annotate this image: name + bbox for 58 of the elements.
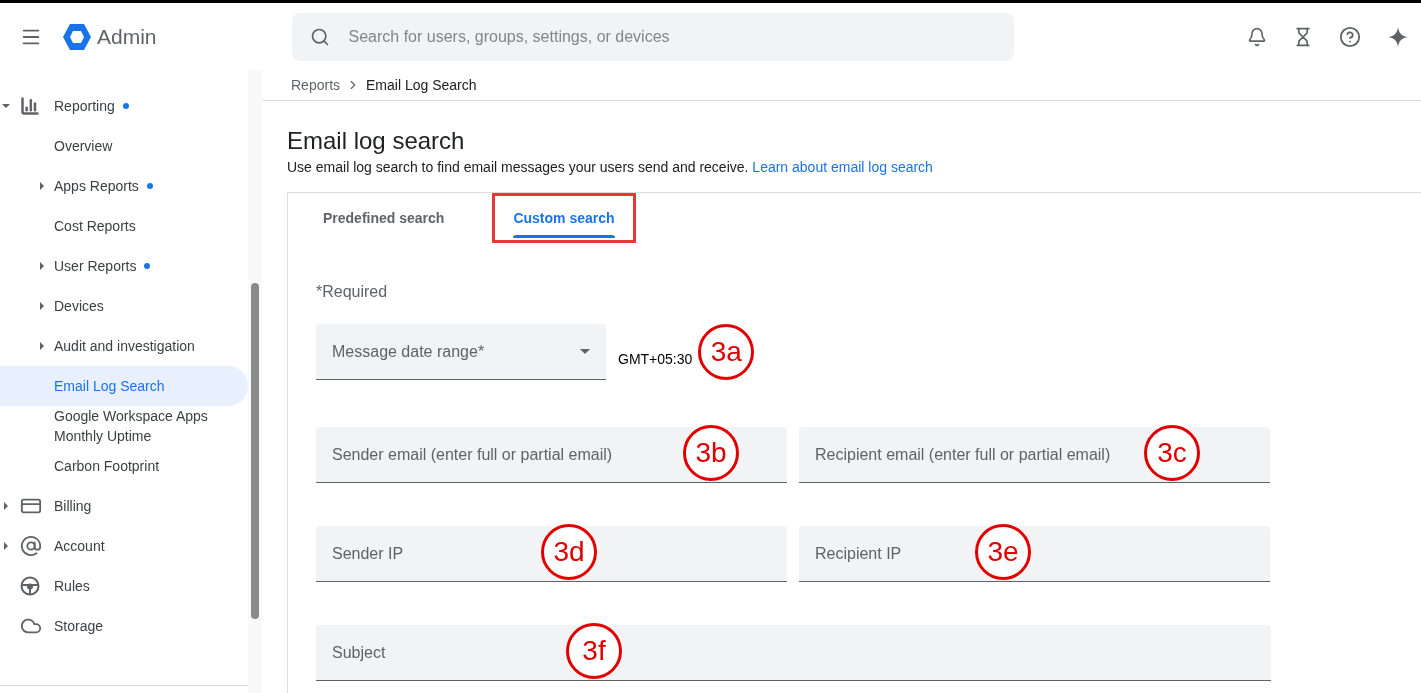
caret-icon[interactable] <box>2 102 10 110</box>
app-name: Admin <box>97 23 157 50</box>
sidebar-label: Cost Reports <box>54 217 136 236</box>
notifications-icon[interactable] <box>1247 26 1267 47</box>
sidebar-item[interactable]: Rules <box>0 566 248 606</box>
caret-icon[interactable] <box>38 262 46 270</box>
sidebar-label: Email Log Search <box>54 377 165 396</box>
sidebar-label: Account <box>54 537 105 556</box>
caret-icon[interactable] <box>38 302 46 310</box>
steering-wheel-icon <box>20 576 40 596</box>
sidebar-label: Storage <box>54 617 104 636</box>
date-range-select[interactable]: Message date range* <box>316 324 606 380</box>
help-icon[interactable] <box>1339 25 1361 48</box>
annotation-callout: 3a <box>698 324 755 380</box>
sidebar-label: Google Workspace Apps Monthly Uptime <box>54 407 209 446</box>
at-sign-icon <box>20 535 42 557</box>
dropdown-arrow-icon <box>580 349 590 354</box>
sidebar-label: Apps Reports <box>54 177 139 196</box>
hourglass-icon[interactable] <box>1293 26 1313 47</box>
caret-icon[interactable] <box>2 542 10 550</box>
caret-icon[interactable] <box>38 182 46 190</box>
sidebar-label: Rules <box>54 577 90 596</box>
caret-icon[interactable] <box>2 502 10 510</box>
page-description: Use email log search to find email messages your users send and receive. <box>287 159 749 175</box>
sidebar-label: Audit and investigation <box>54 337 195 356</box>
page-title: Email log search <box>287 126 466 156</box>
sidebar-item[interactable]: Apps Reports <box>0 166 248 206</box>
sidebar-label: Devices <box>54 297 104 316</box>
scrollbar-thumb[interactable] <box>251 283 259 619</box>
sidebar-label: Reporting <box>54 97 115 116</box>
sidebar-item[interactable]: Billing <box>0 486 248 526</box>
sidebar-item[interactable]: Storage <box>0 606 248 646</box>
sidebar-item[interactable]: Cost Reports <box>0 206 248 246</box>
breadcrumb-link[interactable]: Reports <box>291 74 341 96</box>
sidebar-item[interactable]: Overview <box>0 126 248 166</box>
sidebar-item[interactable]: Audit and investigation <box>0 326 248 366</box>
tab[interactable]: Custom search <box>492 193 636 243</box>
sidebar-label: User Reports <box>54 257 137 276</box>
sidebar-item[interactable]: Google Workspace Apps Monthly Uptime <box>0 406 248 446</box>
sidebar-item[interactable]: Account <box>0 526 248 566</box>
sidebar-item[interactable]: Devices <box>0 286 248 326</box>
required-note: *Required <box>316 282 389 302</box>
learn-more-link[interactable]: Learn about email log search <box>752 159 933 175</box>
sidebar-label: Carbon Footprint <box>54 457 160 476</box>
sidebar-item[interactable]: Carbon Footprint <box>0 446 248 486</box>
caret-icon[interactable] <box>38 342 46 350</box>
search-field[interactable]: Search for users, groups, settings, or devices <box>291 12 1014 61</box>
search-icon <box>309 26 330 47</box>
sidebar-label: Billing <box>54 497 92 516</box>
sidebar-item[interactable]: Reporting <box>0 86 248 126</box>
sidebar-item[interactable]: Email Log Search <box>0 366 248 406</box>
breadcrumb-current: Email Log Search <box>366 75 477 95</box>
tab[interactable]: Predefined search <box>323 193 445 243</box>
timezone-label: GMT+05:30 <box>618 349 693 369</box>
bar-chart-icon <box>20 96 40 116</box>
sidebar-item[interactable]: User Reports <box>0 246 248 286</box>
hexagon-logo-icon <box>62 22 92 51</box>
sidebar-label: Overview <box>54 137 113 156</box>
